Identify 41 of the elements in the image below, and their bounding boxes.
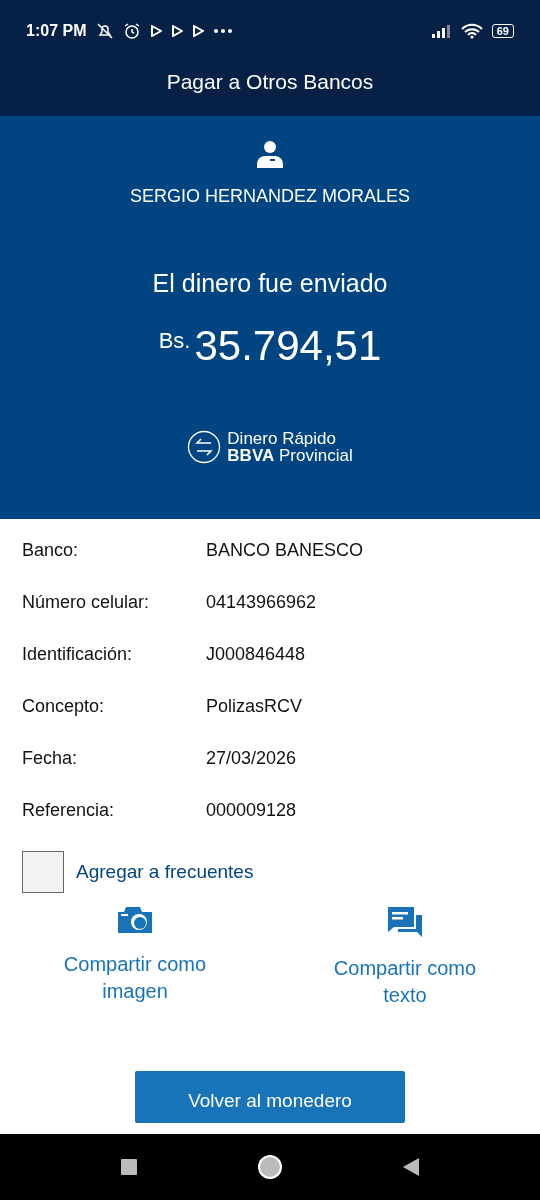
person-icon xyxy=(257,140,283,168)
share-link[interactable]: Compartir como imagen xyxy=(45,951,225,1005)
checkbox-label[interactable]: Agregar a frecuentes xyxy=(76,861,254,883)
play-icon xyxy=(171,25,184,37)
success-message: El dinero fue enviado xyxy=(152,269,388,298)
exchange-arrows-icon xyxy=(187,430,222,464)
detail-value: J000846448 xyxy=(206,643,306,665)
detail-label: Número celular: xyxy=(22,591,151,613)
share-link[interactable]: Compartir como texto xyxy=(315,955,495,1009)
detail-value: 27/03/2026 xyxy=(206,747,297,769)
recents-icon[interactable] xyxy=(119,1158,138,1176)
detail-label: Fecha: xyxy=(22,747,79,769)
muted-bell-icon xyxy=(96,22,115,40)
detail-label: Identificación: xyxy=(22,643,134,665)
play-icon xyxy=(150,25,163,37)
detail-value: BANCO BANESCO xyxy=(206,539,364,561)
wifi-icon xyxy=(460,23,483,39)
detail-label: Concepto: xyxy=(22,695,106,717)
camera-icon xyxy=(118,907,152,933)
back-icon[interactable] xyxy=(402,1157,421,1177)
chat-bubbles-icon xyxy=(388,907,422,937)
amount: 35.794,51 xyxy=(194,322,382,370)
more-icon xyxy=(213,28,234,34)
alarm-icon xyxy=(123,22,142,40)
checkbox[interactable] xyxy=(22,851,64,893)
brand-name: BBVA Provincial xyxy=(227,447,353,464)
brand-name: Dinero Rápido xyxy=(227,430,337,447)
signal-icon xyxy=(431,24,452,38)
back-button[interactable]: Volver al monedero xyxy=(135,1071,405,1123)
detail-value: 04143966962 xyxy=(206,591,317,613)
screen-title: Pagar a Otros Bancos xyxy=(166,70,374,94)
currency-symbol: Bs. xyxy=(158,328,191,354)
status-time: 1:07 PM xyxy=(26,22,87,40)
detail-value: PolizasRCV xyxy=(206,695,303,717)
play-icon xyxy=(192,25,205,37)
detail-label: Referencia: xyxy=(22,799,116,821)
recipient-name: SERGIO HERNANDEZ MORALES xyxy=(129,186,410,207)
detail-label: Banco: xyxy=(22,539,80,561)
detail-value: 000009128 xyxy=(206,799,297,821)
home-icon[interactable] xyxy=(257,1154,283,1180)
battery-level: 69 xyxy=(491,24,514,38)
